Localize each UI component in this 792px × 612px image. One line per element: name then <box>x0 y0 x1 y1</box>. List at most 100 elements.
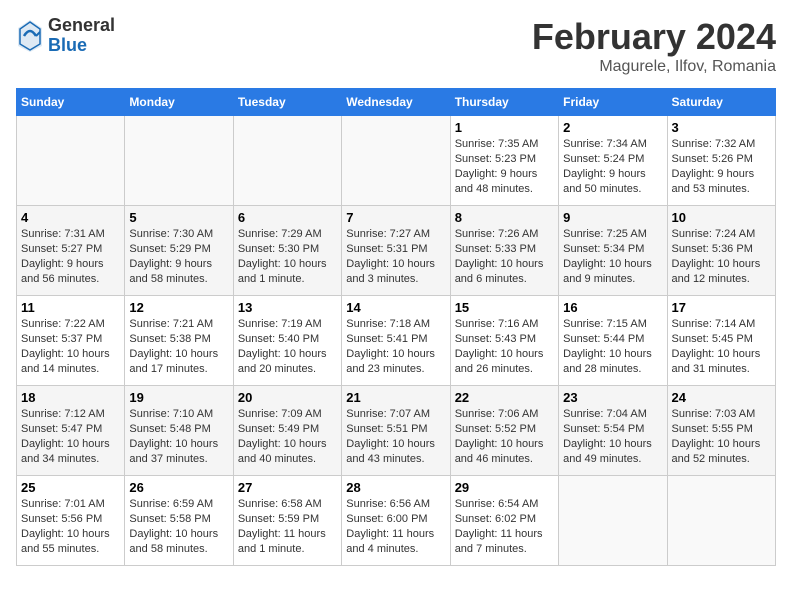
day-number: 29 <box>455 480 554 495</box>
day-number: 10 <box>672 210 771 225</box>
weekday-header-sunday: Sunday <box>17 89 125 116</box>
day-info: Sunrise: 7:34 AM Sunset: 5:24 PM Dayligh… <box>563 137 662 196</box>
day-number: 6 <box>238 210 337 225</box>
day-info: Sunrise: 7:12 AM Sunset: 5:47 PM Dayligh… <box>21 407 120 466</box>
empty-cell <box>667 476 775 566</box>
page-header: General Blue February 2024 Magurele, Ilf… <box>16 16 776 76</box>
day-cell-11: 11Sunrise: 7:22 AM Sunset: 5:37 PM Dayli… <box>17 296 125 386</box>
day-info: Sunrise: 7:10 AM Sunset: 5:48 PM Dayligh… <box>129 407 228 466</box>
day-number: 9 <box>563 210 662 225</box>
day-number: 14 <box>346 300 445 315</box>
weekday-header-row: SundayMondayTuesdayWednesdayThursdayFrid… <box>17 89 776 116</box>
day-cell-5: 5 Sunrise: 7:30 AM Sunset: 5:29 PM Daylig… <box>125 206 233 296</box>
day-info: Sunrise: 7:24 AM Sunset: 5:36 PM Dayligh… <box>672 227 771 286</box>
day-number: 25 <box>21 480 120 495</box>
day-info: Sunrise: 7:27 AM Sunset: 5:31 PM Dayligh… <box>346 227 445 286</box>
day-cell-1: 1 Sunrise: 7:35 AM Sunset: 5:23 PM Daylig… <box>450 116 558 206</box>
day-cell-10: 10 Sunrise: 7:24 AM Sunset: 5:36 PM Dayli… <box>667 206 775 296</box>
day-info: Sunrise: 6:56 AM Sunset: 6:00 PM Dayligh… <box>346 497 445 556</box>
day-info: Sunrise: 7:14 AM Sunset: 5:45 PM Dayligh… <box>672 317 771 376</box>
day-number: 1 <box>455 120 554 135</box>
day-cell-2: 2 Sunrise: 7:34 AM Sunset: 5:24 PM Daylig… <box>559 116 667 206</box>
day-cell-21: 21 Sunrise: 7:07 AM Sunset: 5:51 PM Dayli… <box>342 386 450 476</box>
day-info: Sunrise: 7:03 AM Sunset: 5:55 PM Dayligh… <box>672 407 771 466</box>
day-info: Sunrise: 7:26 AM Sunset: 5:33 PM Dayligh… <box>455 227 554 286</box>
day-info: Sunrise: 7:25 AM Sunset: 5:34 PM Dayligh… <box>563 227 662 286</box>
day-number: 23 <box>563 390 662 405</box>
day-number: 7 <box>346 210 445 225</box>
weekday-header-tuesday: Tuesday <box>233 89 341 116</box>
day-number: 16 <box>563 300 662 315</box>
day-info: Sunrise: 7:09 AM Sunset: 5:49 PM Dayligh… <box>238 407 337 466</box>
weekday-header-saturday: Saturday <box>667 89 775 116</box>
week-row-1: 4 Sunrise: 7:31 AM Sunset: 5:27 PM Daylig… <box>17 206 776 296</box>
day-info: Sunrise: 6:58 AM Sunset: 5:59 PM Dayligh… <box>238 497 337 556</box>
day-cell-18: 18 Sunrise: 7:12 AM Sunset: 5:47 PM Dayli… <box>17 386 125 476</box>
day-cell-17: 17 Sunrise: 7:14 AM Sunset: 5:45 PM Dayli… <box>667 296 775 386</box>
day-number: 21 <box>346 390 445 405</box>
day-number: 27 <box>238 480 337 495</box>
day-cell-16: 16 Sunrise: 7:15 AM Sunset: 5:44 PM Dayli… <box>559 296 667 386</box>
day-number: 22 <box>455 390 554 405</box>
empty-cell <box>559 476 667 566</box>
day-number: 18 <box>21 390 120 405</box>
day-number: 4 <box>21 210 120 225</box>
day-info: Sunrise: 7:32 AM Sunset: 5:26 PM Dayligh… <box>672 137 771 196</box>
day-info: Sunrise: 7:35 AM Sunset: 5:23 PM Dayligh… <box>455 137 554 196</box>
day-number: 5 <box>129 210 228 225</box>
day-info: Sunrise: 7:06 AM Sunset: 5:52 PM Dayligh… <box>455 407 554 466</box>
logo-icon <box>16 18 44 54</box>
location-title: Magurele, Ilfov, Romania <box>532 58 776 76</box>
day-number: 19 <box>129 390 228 405</box>
day-info: Sunrise: 7:01 AM Sunset: 5:56 PM Dayligh… <box>21 497 120 556</box>
day-info: Sunrise: 7:29 AM Sunset: 5:30 PM Dayligh… <box>238 227 337 286</box>
day-info: Sunrise: 7:16 AM Sunset: 5:43 PM Dayligh… <box>455 317 554 376</box>
weekday-header-wednesday: Wednesday <box>342 89 450 116</box>
weekday-header-friday: Friday <box>559 89 667 116</box>
day-number: 12 <box>129 300 228 315</box>
title-block: February 2024 Magurele, Ilfov, Romania <box>532 16 776 76</box>
day-cell-8: 8Sunrise: 7:26 AM Sunset: 5:33 PM Daylig… <box>450 206 558 296</box>
logo-text: General Blue <box>48 16 115 56</box>
week-row-3: 18 Sunrise: 7:12 AM Sunset: 5:47 PM Dayli… <box>17 386 776 476</box>
day-cell-19: 19 Sunrise: 7:10 AM Sunset: 5:48 PM Dayli… <box>125 386 233 476</box>
day-number: 28 <box>346 480 445 495</box>
day-info: Sunrise: 6:54 AM Sunset: 6:02 PM Dayligh… <box>455 497 554 556</box>
day-number: 20 <box>238 390 337 405</box>
day-cell-4: 4 Sunrise: 7:31 AM Sunset: 5:27 PM Daylig… <box>17 206 125 296</box>
day-cell-15: 15Sunrise: 7:16 AM Sunset: 5:43 PM Dayli… <box>450 296 558 386</box>
day-cell-13: 13 Sunrise: 7:19 AM Sunset: 5:40 PM Dayli… <box>233 296 341 386</box>
logo: General Blue <box>16 16 115 56</box>
day-cell-28: 28 Sunrise: 6:56 AM Sunset: 6:00 PM Dayli… <box>342 476 450 566</box>
week-row-4: 25 Sunrise: 7:01 AM Sunset: 5:56 PM Dayli… <box>17 476 776 566</box>
day-cell-25: 25 Sunrise: 7:01 AM Sunset: 5:56 PM Dayli… <box>17 476 125 566</box>
day-cell-7: 7 Sunrise: 7:27 AM Sunset: 5:31 PM Daylig… <box>342 206 450 296</box>
day-cell-6: 6 Sunrise: 7:29 AM Sunset: 5:30 PM Daylig… <box>233 206 341 296</box>
day-info: Sunrise: 7:07 AM Sunset: 5:51 PM Dayligh… <box>346 407 445 466</box>
day-number: 17 <box>672 300 771 315</box>
day-info: Sunrise: 7:30 AM Sunset: 5:29 PM Dayligh… <box>129 227 228 286</box>
day-number: 13 <box>238 300 337 315</box>
day-number: 2 <box>563 120 662 135</box>
calendar-table: SundayMondayTuesdayWednesdayThursdayFrid… <box>16 88 776 566</box>
day-number: 3 <box>672 120 771 135</box>
day-info: Sunrise: 7:21 AM Sunset: 5:38 PM Dayligh… <box>129 317 228 376</box>
empty-cell <box>342 116 450 206</box>
logo-blue: Blue <box>48 36 115 56</box>
day-cell-9: 9 Sunrise: 7:25 AM Sunset: 5:34 PM Daylig… <box>559 206 667 296</box>
empty-cell <box>125 116 233 206</box>
day-info: Sunrise: 7:19 AM Sunset: 5:40 PM Dayligh… <box>238 317 337 376</box>
day-info: Sunrise: 7:22 AM Sunset: 5:37 PM Dayligh… <box>21 317 120 376</box>
weekday-header-monday: Monday <box>125 89 233 116</box>
day-cell-3: 3 Sunrise: 7:32 AM Sunset: 5:26 PM Daylig… <box>667 116 775 206</box>
weekday-header-thursday: Thursday <box>450 89 558 116</box>
day-cell-23: 23Sunrise: 7:04 AM Sunset: 5:54 PM Dayli… <box>559 386 667 476</box>
day-info: Sunrise: 7:15 AM Sunset: 5:44 PM Dayligh… <box>563 317 662 376</box>
day-cell-20: 20 Sunrise: 7:09 AM Sunset: 5:49 PM Dayli… <box>233 386 341 476</box>
day-number: 24 <box>672 390 771 405</box>
day-info: Sunrise: 7:31 AM Sunset: 5:27 PM Dayligh… <box>21 227 120 286</box>
day-cell-26: 26Sunrise: 6:59 AM Sunset: 5:58 PM Dayli… <box>125 476 233 566</box>
empty-cell <box>233 116 341 206</box>
day-info: Sunrise: 7:18 AM Sunset: 5:41 PM Dayligh… <box>346 317 445 376</box>
day-cell-14: 14 Sunrise: 7:18 AM Sunset: 5:41 PM Dayli… <box>342 296 450 386</box>
